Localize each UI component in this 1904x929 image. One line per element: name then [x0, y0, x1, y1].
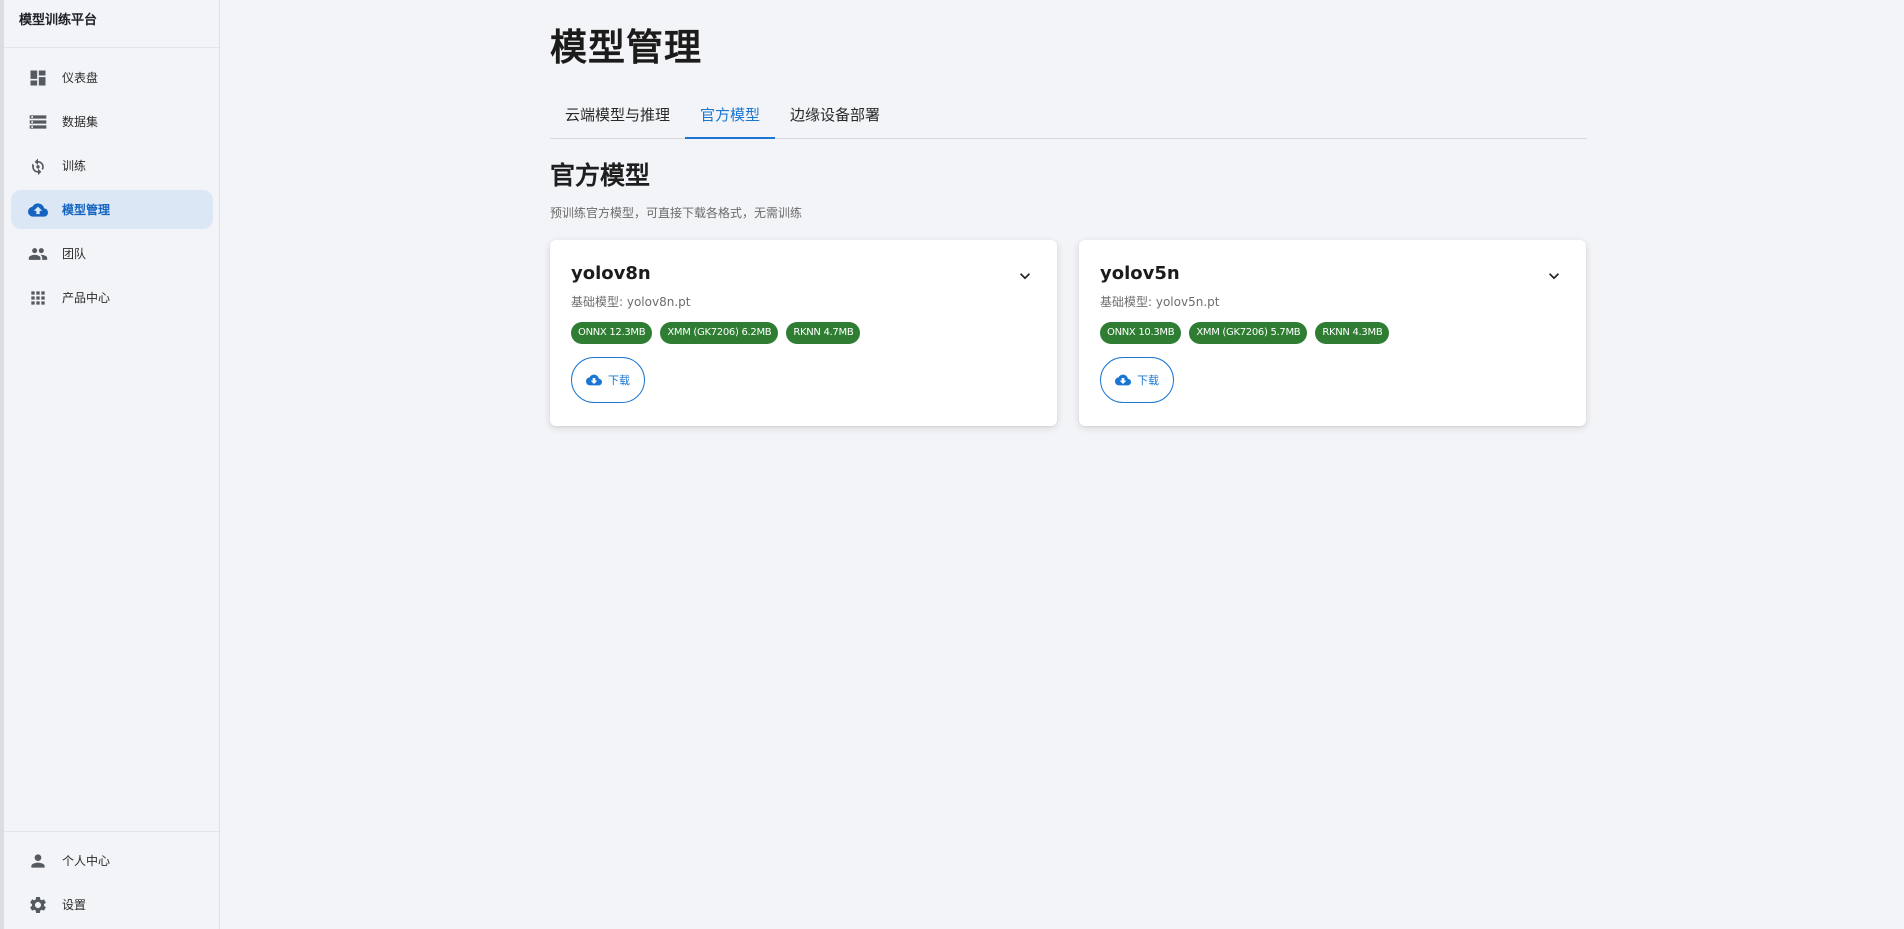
tab-edge-deployment[interactable]: 边缘设备部署	[775, 93, 895, 138]
section-title: 官方模型	[550, 161, 651, 190]
format-chips: ONNX 12.3MB XMM (GK7206) 6.2MB RKNN 4.7M…	[571, 322, 1036, 344]
model-card: yolov8n 基础模型: yolov8n.pt ONNX 12.3MB XMM…	[550, 240, 1057, 426]
brand-title: 模型训练平台	[4, 0, 219, 48]
person-icon	[28, 851, 48, 871]
cloud-upload-icon	[28, 200, 48, 220]
dashboard-icon	[28, 68, 48, 88]
format-chip-onnx: ONNX 10.3MB	[1100, 322, 1182, 344]
base-model-text: 基础模型: yolov8n.pt	[571, 295, 691, 309]
sidebar-item-team[interactable]: 团队	[11, 234, 213, 273]
download-label: 下载	[1137, 374, 1159, 387]
sidebar-item-label: 产品中心	[62, 291, 111, 305]
base-model-text: 基础模型: yolov5n.pt	[1100, 295, 1220, 309]
sidebar-item-model-management[interactable]: 模型管理	[11, 190, 213, 229]
gear-icon	[28, 895, 48, 915]
sidebar-item-profile[interactable]: 个人中心	[11, 841, 213, 880]
sidebar-item-datasets[interactable]: 数据集	[11, 102, 213, 141]
sidebar-item-label: 模型管理	[62, 203, 111, 217]
cloud-download-icon	[1115, 374, 1131, 386]
tab-official-models[interactable]: 官方模型	[685, 93, 776, 139]
cloud-download-icon	[586, 374, 602, 386]
app-root: 模型训练平台 仪表盘 数据集 训练 模型管理 团队 产品中心 个人中心 设置 模…	[0, 0, 1904, 929]
format-chip-rknn: RKNN 4.3MB	[1315, 322, 1390, 344]
sidebar-item-training[interactable]: 训练	[11, 146, 213, 185]
download-button[interactable]: 下载	[571, 357, 645, 403]
sidebar-item-label: 数据集	[62, 115, 99, 129]
sidebar-item-label: 个人中心	[62, 854, 111, 868]
sidebar-bottom: 个人中心 设置	[4, 831, 219, 929]
format-chip-xmm: XMM (GK7206) 6.2MB	[660, 322, 779, 344]
format-chip-xmm: XMM (GK7206) 5.7MB	[1189, 322, 1308, 344]
model-name: yolov5n	[1100, 263, 1180, 284]
model-card: yolov5n 基础模型: yolov5n.pt ONNX 10.3MB XMM…	[1079, 240, 1586, 426]
main-content: 模型管理 云端模型与推理 官方模型 边缘设备部署 官方模型 预训练官方模型，可直…	[550, 0, 1587, 426]
apps-grid-icon	[28, 288, 48, 308]
download-button[interactable]: 下载	[1100, 357, 1174, 403]
tab-cloud-models[interactable]: 云端模型与推理	[550, 93, 685, 138]
page-title: 模型管理	[550, 26, 702, 69]
section-description: 预训练官方模型，可直接下载各格式，无需训练	[550, 206, 803, 220]
storage-list-icon	[28, 112, 48, 132]
model-cards: yolov8n 基础模型: yolov8n.pt ONNX 12.3MB XMM…	[550, 240, 1587, 426]
people-icon	[28, 244, 48, 264]
format-chips: ONNX 10.3MB XMM (GK7206) 5.7MB RKNN 4.3M…	[1100, 322, 1565, 344]
sidebar-item-label: 训练	[62, 159, 87, 173]
sidebar-item-label: 设置	[62, 898, 87, 912]
sidebar-item-settings[interactable]: 设置	[11, 885, 213, 924]
format-chip-rknn: RKNN 4.7MB	[786, 322, 861, 344]
sidebar-item-label: 团队	[62, 247, 87, 261]
download-label: 下载	[608, 374, 630, 387]
chevron-down-icon[interactable]	[1544, 266, 1564, 286]
model-name: yolov8n	[571, 263, 651, 284]
sidebar-item-dashboard[interactable]: 仪表盘	[11, 58, 213, 97]
tab-bar: 云端模型与推理 官方模型 边缘设备部署	[550, 93, 1587, 139]
chevron-down-icon[interactable]	[1015, 266, 1035, 286]
sidebar-item-label: 仪表盘	[62, 71, 99, 85]
sidebar-nav: 仪表盘 数据集 训练 模型管理 团队 产品中心	[4, 48, 219, 317]
sidebar-item-product-center[interactable]: 产品中心	[11, 278, 213, 317]
format-chip-onnx: ONNX 12.3MB	[571, 322, 653, 344]
training-cycle-icon	[28, 156, 48, 176]
sidebar: 模型训练平台 仪表盘 数据集 训练 模型管理 团队 产品中心 个人中心 设置	[0, 0, 220, 929]
